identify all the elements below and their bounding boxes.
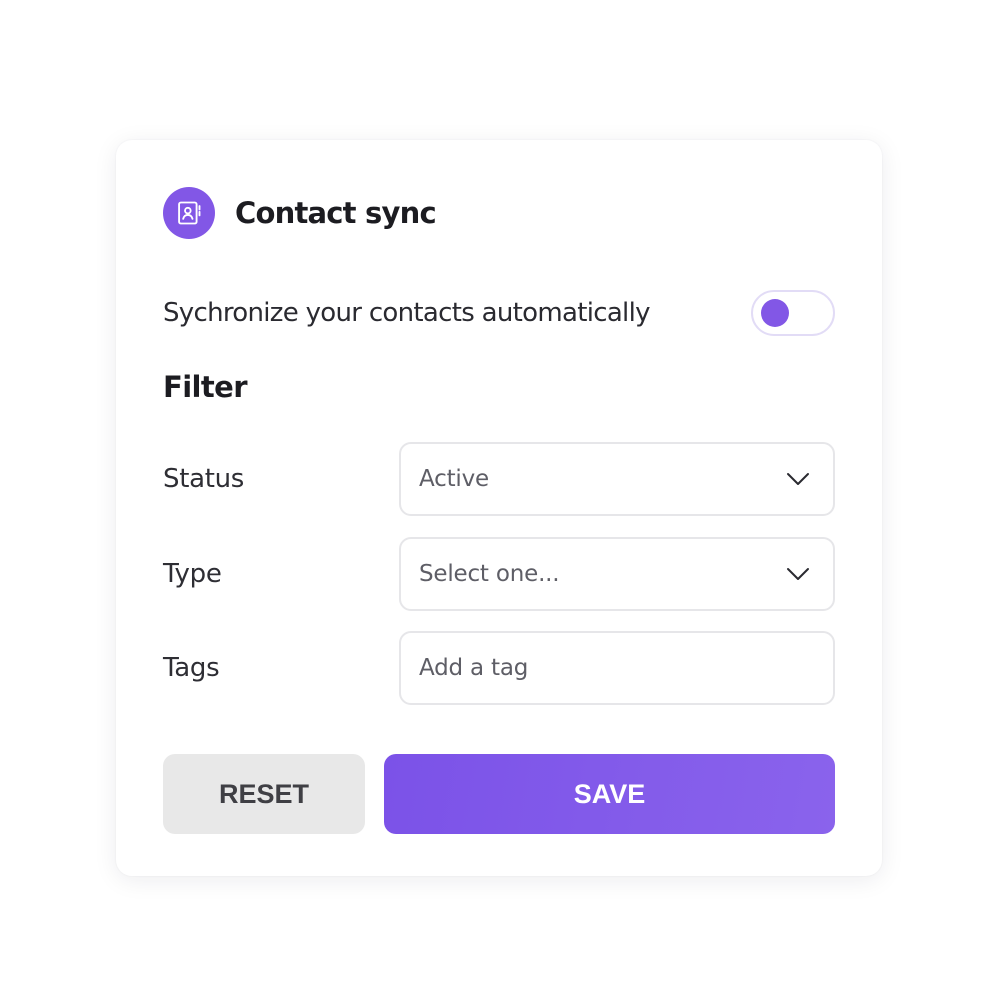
reset-button[interactable]: RESET: [163, 754, 365, 834]
sync-label: Sychronize your contacts automatically: [163, 298, 650, 328]
status-select[interactable]: Active: [399, 442, 835, 516]
tags-input-placeholder: Add a tag: [419, 655, 529, 681]
tags-label: Tags: [163, 653, 220, 683]
sync-toggle[interactable]: [751, 290, 835, 336]
status-field-row: Status Active: [163, 442, 835, 516]
status-label: Status: [163, 464, 245, 494]
type-select-placeholder: Select one...: [419, 561, 560, 587]
type-label: Type: [163, 559, 222, 589]
contact-sync-card: Contact sync Sychronize your contacts au…: [116, 140, 882, 876]
sync-setting-row: Sychronize your contacts automatically: [163, 288, 835, 338]
type-field-row: Type Select one...: [163, 537, 835, 611]
page-title: Contact sync: [235, 196, 437, 230]
save-button[interactable]: SAVE: [384, 754, 835, 834]
chevron-down-icon: [785, 561, 811, 587]
contact-book-icon: [163, 187, 215, 239]
tags-input[interactable]: Add a tag: [399, 631, 835, 705]
status-select-value: Active: [419, 466, 489, 492]
type-select[interactable]: Select one...: [399, 537, 835, 611]
card-header: Contact sync: [163, 187, 437, 239]
tags-field-row: Tags Add a tag: [163, 631, 835, 705]
chevron-down-icon: [785, 466, 811, 492]
toggle-knob: [761, 299, 789, 327]
filter-heading: Filter: [163, 370, 248, 404]
